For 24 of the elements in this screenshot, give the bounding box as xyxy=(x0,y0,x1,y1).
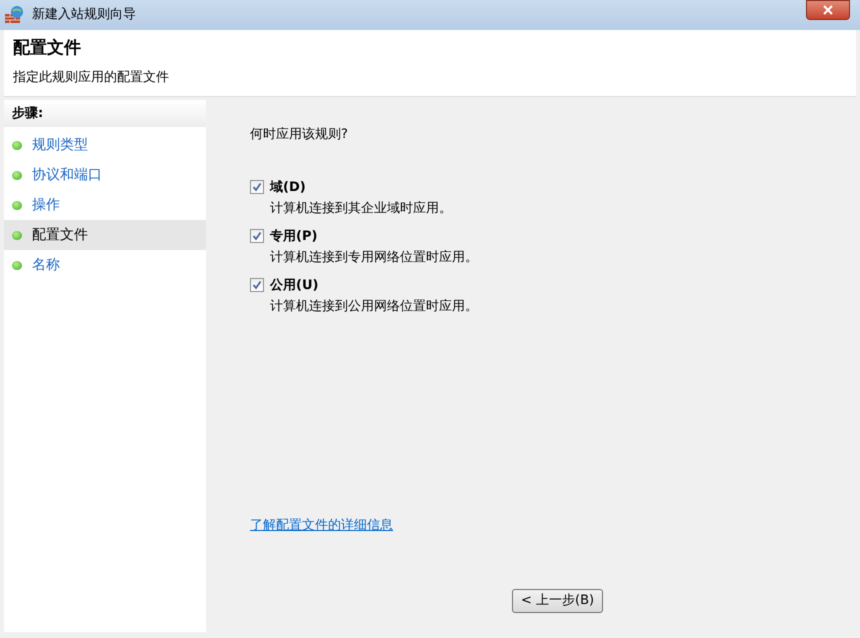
option-label: 域(D) xyxy=(270,178,306,196)
option-description: 计算机连接到专用网络位置时应用。 xyxy=(269,249,479,267)
step-item[interactable]: 协议和端口 xyxy=(4,160,206,190)
checkbox[interactable] xyxy=(250,278,264,292)
close-icon xyxy=(823,5,833,15)
option-description: 计算机连接到其企业域时应用。 xyxy=(269,200,453,218)
firewall-icon xyxy=(4,5,24,25)
step-item[interactable]: 操作 xyxy=(4,190,206,220)
close-button[interactable] xyxy=(806,0,850,20)
checkbox[interactable] xyxy=(250,180,264,194)
page-subtitle: 指定此规则应用的配置文件 xyxy=(13,68,170,86)
checkbox[interactable] xyxy=(250,229,264,244)
option-label: 公用(U) xyxy=(270,276,318,294)
option-description: 计算机连接到公用网络位置时应用。 xyxy=(269,298,479,316)
details-link[interactable]: 了解配置文件的详细信息 xyxy=(250,516,393,536)
window-title: 新建入站规则向导 xyxy=(32,6,136,24)
step-item[interactable]: 规则类型 xyxy=(4,130,206,160)
step-item[interactable]: 配置文件 xyxy=(4,220,206,250)
back-button[interactable]: < 上一步(B) xyxy=(512,589,604,613)
option-label: 专用(P) xyxy=(270,228,318,246)
page-title: 配置文件 xyxy=(13,37,82,60)
question-text: 何时应用该规则? xyxy=(250,126,349,144)
step-item[interactable]: 名称 xyxy=(4,250,206,280)
steps-heading: 步骤: xyxy=(12,104,44,123)
